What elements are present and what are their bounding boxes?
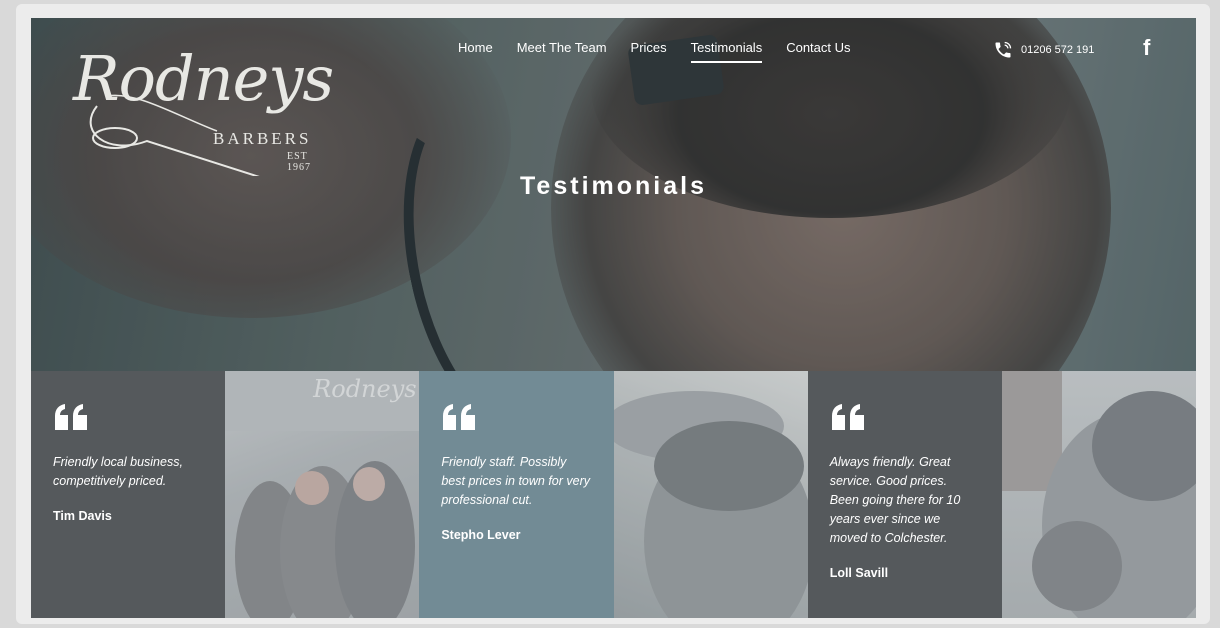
nav-home[interactable]: Home [446,39,505,57]
page-title: Testimonials [520,172,707,200]
facebook-icon[interactable]: f [1143,35,1150,61]
logo[interactable]: Rodneys BARBERS EST 1967 [67,36,334,176]
testimonial-text: Friendly local business, competitively p… [53,455,183,488]
quote-icon [443,404,476,430]
logo-wordmark: Rodneys [73,42,334,115]
testimonial-card: Friendly local business, competitively p… [31,371,226,618]
logo-est: EST 1967 [287,151,311,173]
main-nav: Home Meet The Team Prices Testimonials C… [446,39,863,63]
beard-trim-photo [1001,371,1196,618]
quote-icon [831,404,864,430]
hero-section: Rodneys BARBERS EST 1967 Home Meet The T… [31,18,1196,371]
phone-number: 01206 572 191 [1021,44,1095,56]
haircut-photo [613,371,808,618]
testimonial-author: Loll Savill [829,566,889,580]
quote-icon [55,404,87,430]
testimonial-body: Always friendly. Great service. Good pri… [830,453,980,583]
testimonial-text: Friendly staff. Possibly best prices in … [441,455,591,507]
nav-meet-the-team[interactable]: Meet The Team [505,39,619,57]
testimonial-card: Always friendly. Great service. Good pri… [807,371,1002,618]
testimonial-body: Friendly staff. Possibly best prices in … [441,453,591,545]
staff-photo: Rodneys [225,371,420,618]
phone-icon [995,41,1012,58]
testimonial-card: Friendly staff. Possibly best prices in … [419,371,614,618]
testimonials-row: Friendly local business, competitively p… [31,371,1196,618]
nav-prices[interactable]: Prices [619,39,679,57]
phone-contact[interactable]: 01206 572 191 [993,40,1094,60]
testimonial-author: Stepho Lever [441,528,521,542]
website: Rodneys BARBERS EST 1967 Home Meet The T… [31,18,1196,618]
testimonial-text: Always friendly. Great service. Good pri… [829,455,961,545]
nav-testimonials[interactable]: Testimonials [679,39,775,63]
testimonial-author: Tim Davis [53,509,112,523]
logo-barbers: BARBERS [213,129,312,148]
nav-contact-us[interactable]: Contact Us [774,39,862,57]
testimonial-body: Friendly local business, competitively p… [53,453,203,526]
